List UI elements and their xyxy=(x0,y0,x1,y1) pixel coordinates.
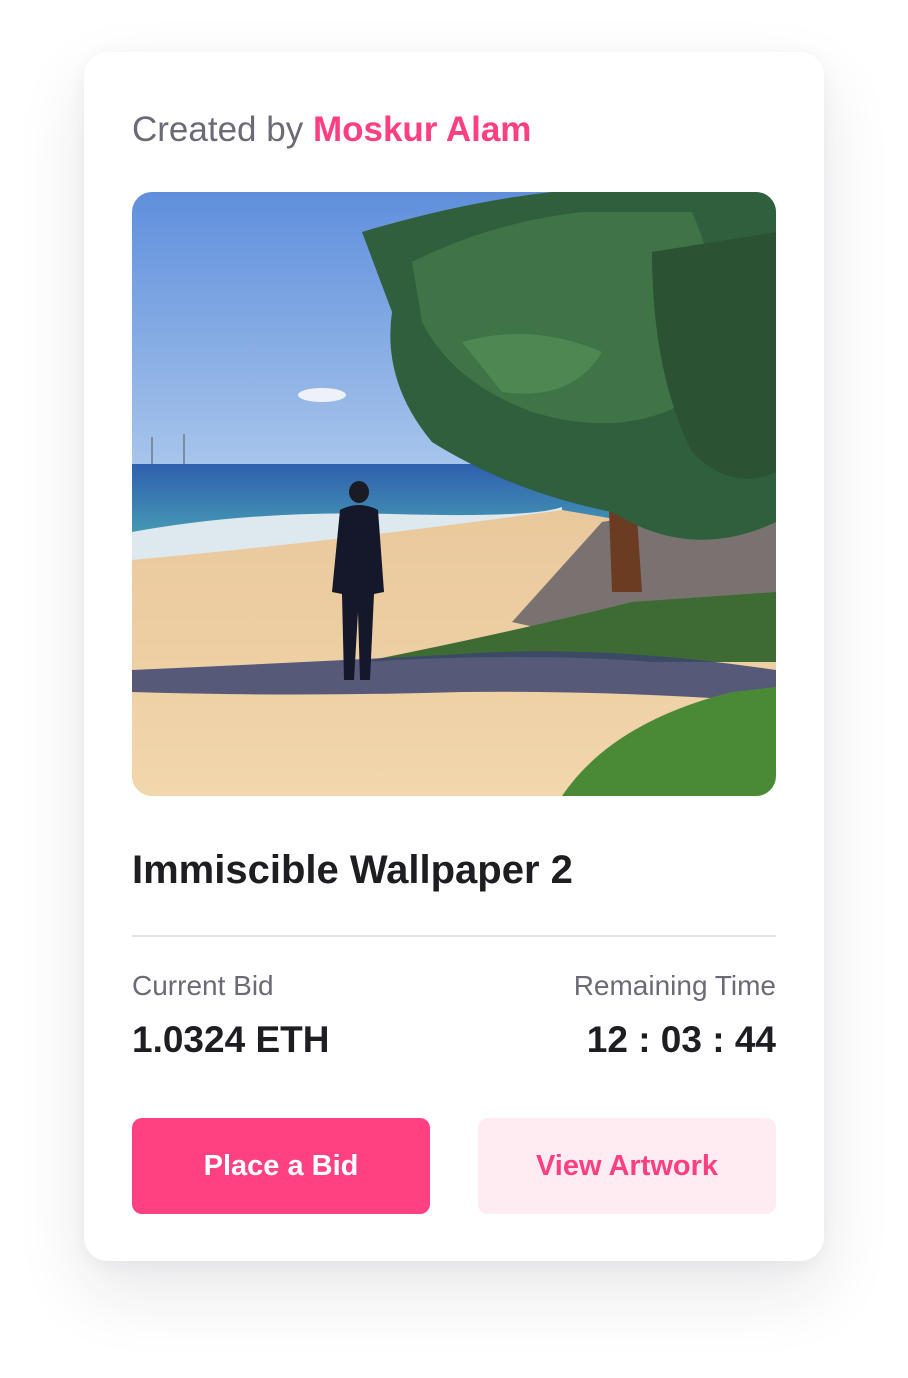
place-bid-button[interactable]: Place a Bid xyxy=(132,1118,430,1214)
view-artwork-button[interactable]: View Artwork xyxy=(478,1118,776,1214)
creator-prefix: Created by xyxy=(132,110,304,149)
remaining-time-label: Remaining Time xyxy=(573,970,776,1001)
current-bid-value: 1.0324 ETH xyxy=(132,1019,330,1060)
artwork-title: Immiscible Wallpaper 2 xyxy=(132,848,573,892)
creator-line: Created by Moskur Alam xyxy=(132,110,531,150)
divider xyxy=(132,935,776,937)
current-bid-label: Current Bid xyxy=(132,970,274,1001)
creator-name-link[interactable]: Moskur Alam xyxy=(313,110,531,149)
artwork-painting xyxy=(132,192,776,796)
remaining-time-value: 12 : 03 : 44 xyxy=(586,1019,776,1060)
nft-card: Created by Moskur Alam Immiscible Wallpa… xyxy=(84,52,824,1261)
artwork-image[interactable] xyxy=(132,192,776,796)
